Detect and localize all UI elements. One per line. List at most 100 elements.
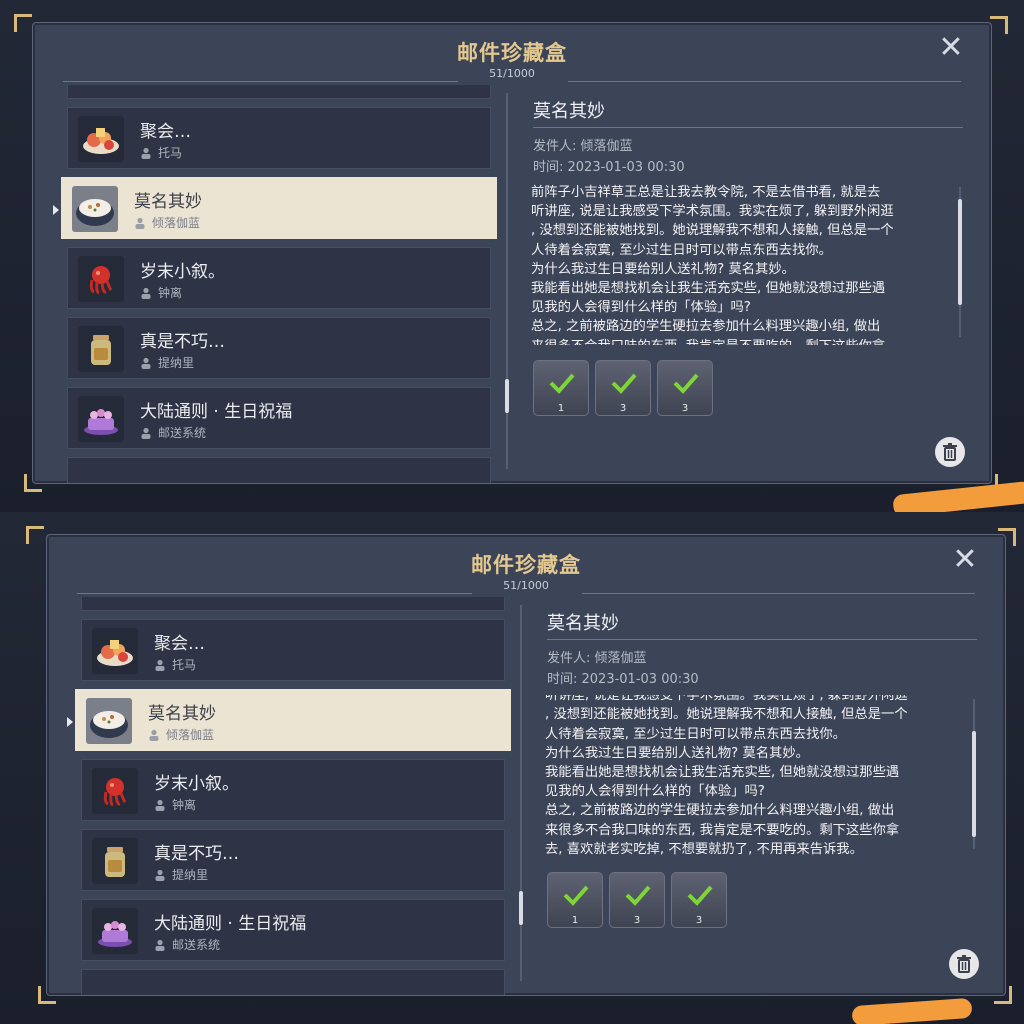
mail-title: 真是不巧… (140, 332, 225, 352)
close-icon: ✕ (938, 30, 964, 65)
close-icon: ✕ (952, 542, 978, 577)
body-line: 来很多不合我口味的东西, 我肯定是不要吃的。剩下这些你拿 (531, 337, 949, 345)
divider (63, 81, 458, 82)
body-line: 见我的人会得到什么样的「体验」吗? (545, 784, 765, 800)
body-line: 为什么我过生日要给别人送礼物? 莫名其妙。 (531, 261, 795, 277)
attachment-item[interactable]: 3 (595, 360, 651, 416)
body-line: 来很多不合我口味的东西, 我肯定是不要吃的。剩下这些你拿 (545, 822, 900, 838)
screenshot-top: 邮件珍藏盒 51/1000 ✕ 聚会… 托马 莫名其妙 倾落伽蓝 岁末小叙。 钟… (0, 0, 1024, 512)
mail-item[interactable]: 岁末小叙。 钟离 (81, 759, 505, 821)
party-food-icon (78, 116, 124, 162)
corner-ornament (990, 16, 1008, 34)
mail-sender: 托马 (158, 146, 183, 160)
body-line: 听讲座, 说是让我感受下学术氛围。我实在烦了, 躲到野外闲逛 (531, 204, 894, 220)
mailbox-panel: 邮件珍藏盒 51/1000 ✕ 聚会… 托马 莫名其妙 倾落伽蓝 岁末小叙。 钟… (46, 534, 1006, 996)
mail-item[interactable]: 聚会… 托马 (67, 107, 491, 169)
mail-detail-title: 莫名其妙 (533, 101, 605, 122)
list-scroll-thumb[interactable] (519, 891, 523, 925)
list-item[interactable] (67, 85, 491, 99)
attachment-count: 3 (619, 403, 627, 414)
mail-title: 聚会… (140, 122, 191, 142)
mail-sender: 钟离 (172, 798, 197, 812)
mail-detail-time: 时间: 2023-01-03 00:30 (547, 672, 699, 687)
mail-body-text: 前阵子小吉祥草王总是让我去教令院, 不是去借书看, 就是去 听讲座, 说是让我感… (531, 183, 949, 345)
mail-sender: 邮送系统 (172, 938, 221, 952)
divider (533, 127, 963, 128)
mail-item-selected[interactable]: 莫名其妙 倾落伽蓝 (75, 689, 511, 751)
body-scroll-thumb[interactable] (972, 731, 976, 837)
mail-item[interactable]: 真是不巧… 提纳里 (81, 829, 505, 891)
mail-item[interactable]: 聚会… 托马 (81, 619, 505, 681)
mail-list[interactable]: 聚会… 托马 莫名其妙 倾落伽蓝 岁末小叙。 钟离 真是不巧… 提纳里 大陆通则… (75, 597, 511, 995)
person-icon (141, 357, 151, 369)
mail-list[interactable]: 聚会… 托马 莫名其妙 倾落伽蓝 岁末小叙。 钟离 真是不巧… 提纳里 大陆通则… (61, 85, 497, 483)
mail-sender: 提纳里 (172, 868, 209, 882)
check-icon (673, 373, 699, 394)
selection-arrow-icon (53, 205, 59, 215)
mail-sender: 倾落伽蓝 (166, 728, 215, 742)
mail-detail-sender: 发件人: 倾落伽蓝 (533, 139, 633, 154)
close-button[interactable]: ✕ (952, 545, 978, 575)
divider (77, 593, 472, 594)
rice-bowl-icon (72, 186, 118, 232)
attachment-item[interactable]: 3 (671, 872, 727, 928)
mail-sender: 邮送系统 (158, 426, 207, 440)
party-food-icon (92, 628, 138, 674)
body-scroll-thumb[interactable] (958, 199, 962, 305)
corner-ornament (14, 14, 32, 32)
red-octopus-icon (92, 768, 138, 814)
person-icon (135, 217, 145, 229)
list-item[interactable] (81, 969, 505, 995)
mail-item-selected[interactable]: 莫名其妙 倾落伽蓝 (61, 177, 497, 239)
mail-body[interactable]: 前阵子小吉祥草王总是让我去教令院, 不是去借书看, 就是去 听讲座, 说是让我感… (531, 183, 955, 345)
screenshot-bottom: 邮件珍藏盒 51/1000 ✕ 聚会… 托马 莫名其妙 倾落伽蓝 岁末小叙。 钟… (0, 512, 1024, 1024)
body-line: 见我的人会得到什么样的「体验」吗? (531, 300, 751, 316)
person-icon (155, 869, 165, 881)
body-line: , 没想到还能被她找到。她说理解我不想和人接触, 但总是一个 (545, 707, 908, 723)
trash-icon (943, 443, 957, 461)
divider (547, 639, 977, 640)
list-item[interactable] (67, 457, 491, 483)
check-icon (687, 885, 713, 906)
body-line: 去, 喜欢就老实吃掉, 不想要就扔了, 不用再来告诉我。 (545, 841, 863, 857)
person-icon (155, 799, 165, 811)
close-button[interactable]: ✕ (938, 33, 964, 63)
mail-title: 莫名其妙 (148, 704, 216, 724)
mail-body-text: 前阵子小吉祥草王总是让我去教令院, 不是去借书看, 就是去 听讲座, 说是让我感… (545, 695, 963, 857)
mail-detail-title: 莫名其妙 (547, 613, 619, 634)
mail-item[interactable]: 真是不巧… 提纳里 (67, 317, 491, 379)
person-icon (155, 939, 165, 951)
birthday-cake-icon (92, 908, 138, 954)
attachment-count: 3 (681, 403, 689, 414)
delete-button[interactable] (935, 437, 965, 467)
check-icon (563, 885, 589, 906)
mail-title: 真是不巧… (154, 844, 239, 864)
mail-item[interactable]: 大陆通则 · 生日祝福 邮送系统 (81, 899, 505, 961)
body-line: , 没想到还能被她找到。她说理解我不想和人接触, 但总是一个 (531, 223, 894, 239)
body-line: 我能看出她是想找机会让我生活充实些, 但她就没想过那些遇 (545, 765, 900, 781)
mail-item[interactable]: 岁末小叙。 钟离 (67, 247, 491, 309)
birthday-cake-icon (78, 396, 124, 442)
mail-sender: 钟离 (158, 286, 183, 300)
attachment-item[interactable]: 3 (609, 872, 665, 928)
mail-item[interactable]: 大陆通则 · 生日祝福 邮送系统 (67, 387, 491, 449)
body-line: 人待着会寂寞, 至少过生日时可以带点东西去找你。 (531, 242, 832, 258)
body-line: 我能看出她是想找机会让我生活充实些, 但她就没想过那些遇 (531, 281, 886, 297)
check-icon (625, 885, 651, 906)
delete-button[interactable] (949, 949, 979, 979)
check-icon (611, 373, 637, 394)
person-icon (141, 287, 151, 299)
list-item[interactable] (81, 597, 505, 611)
attachment-count: 3 (695, 915, 703, 926)
attachment-item[interactable]: 3 (657, 360, 713, 416)
attachment-item[interactable]: 1 (547, 872, 603, 928)
divider (582, 593, 975, 594)
list-scroll-thumb[interactable] (505, 379, 509, 413)
person-icon (149, 729, 159, 741)
attachment-count: 1 (557, 403, 565, 414)
mail-body[interactable]: 前阵子小吉祥草王总是让我去教令院, 不是去借书看, 就是去 听讲座, 说是让我感… (545, 695, 969, 857)
attachment-item[interactable]: 1 (533, 360, 589, 416)
jar-icon (78, 326, 124, 372)
mail-title: 大陆通则 · 生日祝福 (140, 402, 293, 422)
mail-detail-sender: 发件人: 倾落伽蓝 (547, 651, 647, 666)
